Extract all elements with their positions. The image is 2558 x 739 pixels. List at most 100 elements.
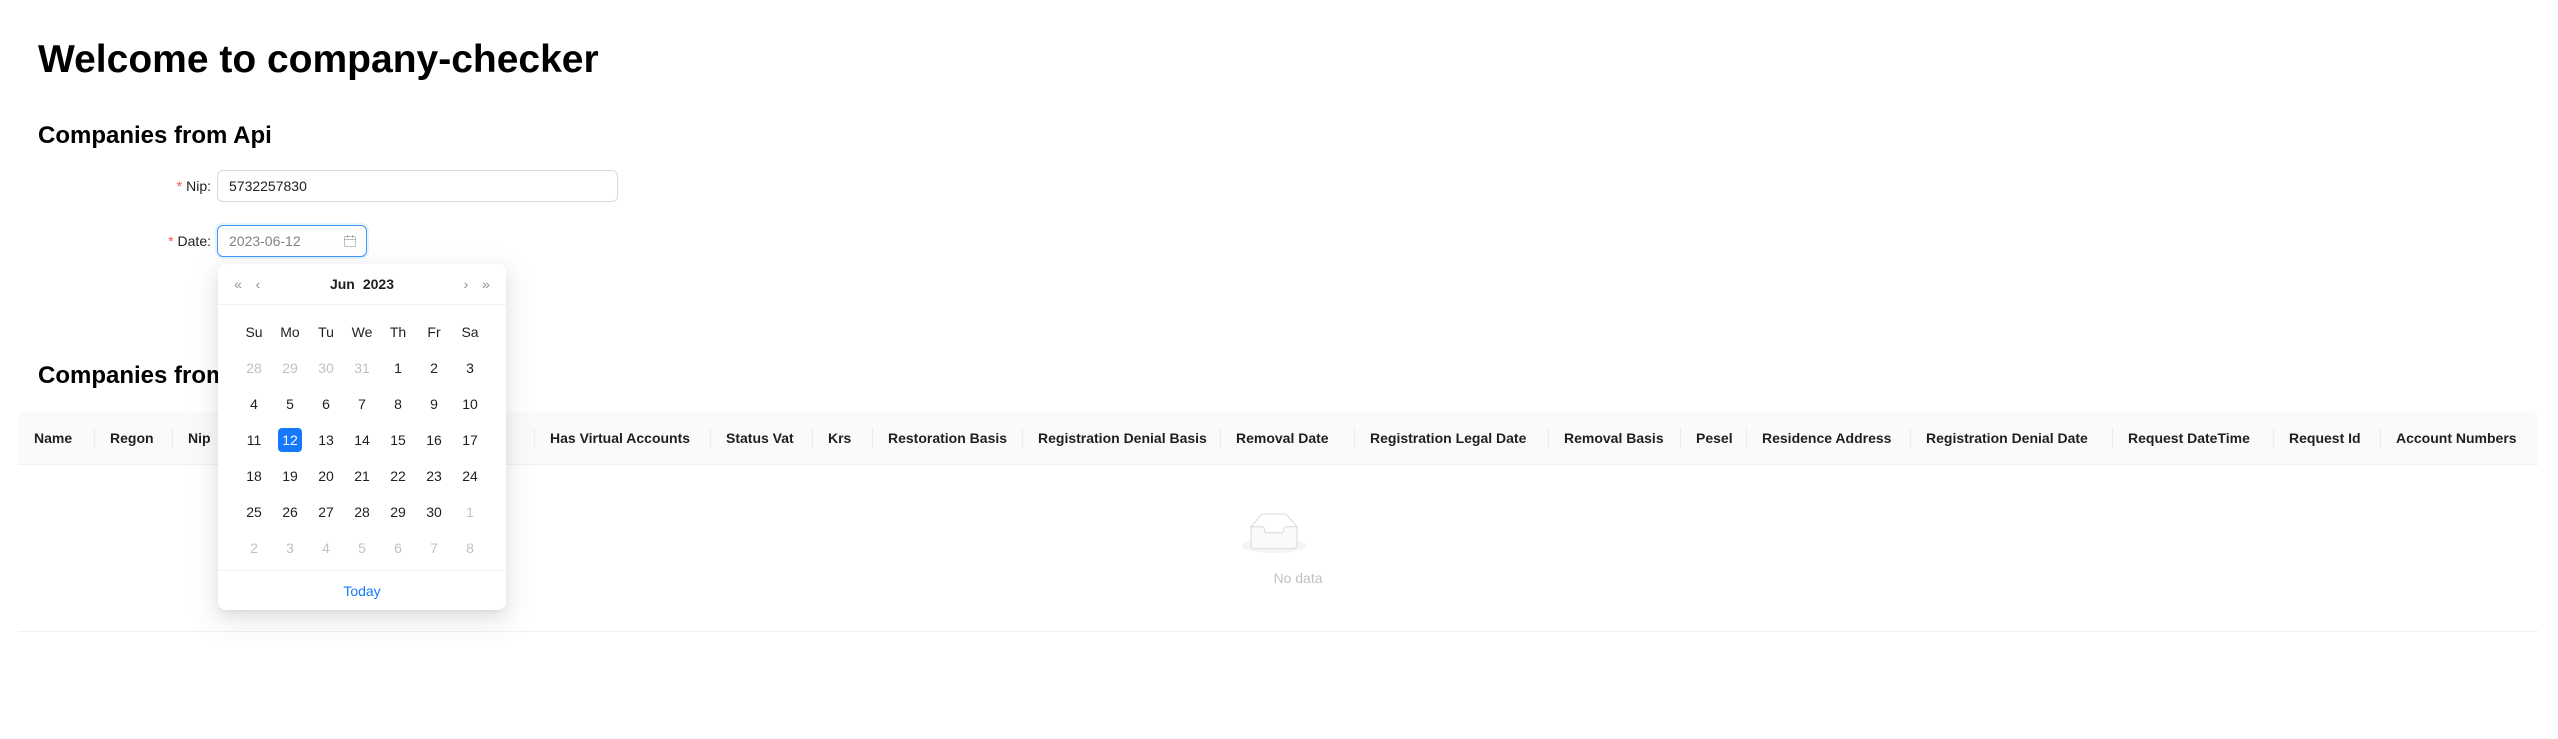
calendar-day[interactable]: 7 <box>344 386 380 422</box>
month-button[interactable]: Jun <box>330 276 355 292</box>
calendar-day[interactable]: 15 <box>380 422 416 458</box>
calendar-day-label: 19 <box>282 468 298 484</box>
calendar-day[interactable]: 23 <box>416 458 452 494</box>
weekday-label: Th <box>389 324 407 340</box>
calendar-day[interactable]: 2 <box>416 350 452 386</box>
calendar-day-label: 4 <box>250 396 258 412</box>
calendar-day[interactable]: 8 <box>452 530 488 566</box>
calendar-day[interactable]: 16 <box>416 422 452 458</box>
calendar-day[interactable]: 22 <box>380 458 416 494</box>
calendar-day-label: 26 <box>282 504 298 520</box>
calendar-day[interactable]: 28 <box>236 350 272 386</box>
nip-label-text: Nip <box>186 178 208 194</box>
calendar-day-label: 30 <box>318 360 334 376</box>
calendar-day[interactable]: 8 <box>380 386 416 422</box>
column-header: Status Vat <box>726 430 794 446</box>
calendar-day[interactable]: 14 <box>344 422 380 458</box>
calendar-day[interactable]: 31 <box>344 350 380 386</box>
calendar-day-label: 10 <box>462 396 478 412</box>
calendar-day-label: 16 <box>426 432 442 448</box>
calendar-day-label: 14 <box>354 432 370 448</box>
calendar-day[interactable]: 5 <box>272 386 308 422</box>
calendar-day-label: 2 <box>250 540 258 556</box>
column-header: Registration Legal Date <box>1370 430 1527 446</box>
column-divider <box>1746 428 1747 448</box>
column-header: Residence Address <box>1762 430 1892 446</box>
weekday-label: Fr <box>427 324 441 340</box>
calendar-day[interactable]: 21 <box>344 458 380 494</box>
calendar-day[interactable]: 17 <box>452 422 488 458</box>
calendar-day[interactable]: 2 <box>236 530 272 566</box>
calendar-day[interactable]: 1 <box>452 494 488 530</box>
calendar-day[interactable]: 1 <box>380 350 416 386</box>
weekday-label: We <box>351 324 373 340</box>
nip-input[interactable]: 5732257830 <box>217 170 618 202</box>
calendar-day[interactable]: 12 <box>272 422 308 458</box>
column-divider <box>534 428 535 448</box>
calendar-day-label: 1 <box>466 504 474 520</box>
calendar-day[interactable]: 30 <box>416 494 452 530</box>
calendar-day[interactable]: 27 <box>308 494 344 530</box>
date-input[interactable]: 2023-06-12 <box>217 225 367 257</box>
year-button[interactable]: 2023 <box>363 276 394 292</box>
calendar-day-label: 24 <box>462 468 478 484</box>
calendar-day[interactable]: 13 <box>308 422 344 458</box>
calendar-day[interactable]: 4 <box>236 386 272 422</box>
column-header: Account Numbers <box>2396 430 2517 446</box>
calendar-day[interactable]: 10 <box>452 386 488 422</box>
page-title: Welcome to company-checker <box>38 38 599 81</box>
column-divider <box>1680 428 1681 448</box>
calendar-day[interactable]: 29 <box>272 350 308 386</box>
calendar-day[interactable]: 6 <box>380 530 416 566</box>
calendar-day[interactable]: 9 <box>416 386 452 422</box>
calendar-day-label: 3 <box>466 360 474 376</box>
column-divider <box>1548 428 1549 448</box>
calendar-day[interactable]: 5 <box>344 530 380 566</box>
calendar-day[interactable]: 19 <box>272 458 308 494</box>
calendar-day[interactable]: 3 <box>272 530 308 566</box>
calendar-day[interactable]: 18 <box>236 458 272 494</box>
api-section-title: Companies from Api <box>38 122 272 149</box>
column-divider <box>1910 428 1911 448</box>
date-picker-footer: Today <box>218 570 506 611</box>
column-divider <box>872 428 873 448</box>
column-header: Name <box>34 430 73 446</box>
column-divider <box>1220 428 1221 448</box>
column-header: Regon <box>110 430 154 446</box>
calendar-day[interactable]: 11 <box>236 422 272 458</box>
calendar-day[interactable]: 6 <box>308 386 344 422</box>
super-next-icon[interactable]: » <box>478 274 494 294</box>
column-header: Restoration Basis <box>888 430 1008 446</box>
calendar-day-label: 29 <box>282 360 298 376</box>
calendar-day[interactable]: 24 <box>452 458 488 494</box>
calendar-day-label: 4 <box>322 540 330 556</box>
page: Welcome to company-checker Companies fro… <box>0 0 2558 739</box>
calendar-day[interactable]: 25 <box>236 494 272 530</box>
calendar-day-label: 30 <box>426 504 442 520</box>
today-button[interactable]: Today <box>218 581 506 601</box>
weekday-label: Mo <box>280 324 300 340</box>
calendar-day[interactable]: 29 <box>380 494 416 530</box>
date-label: * Date: <box>168 233 211 249</box>
column-header: Registration Denial Date <box>1926 430 2088 446</box>
calendar-day[interactable]: 7 <box>416 530 452 566</box>
calendar-day-label: 6 <box>394 540 402 556</box>
calendar-day-label: 11 <box>246 432 262 448</box>
column-header: Request Id <box>2289 430 2361 446</box>
calendar-day[interactable]: 26 <box>272 494 308 530</box>
nip-label: * Nip: <box>176 178 211 194</box>
calendar-day-label: 22 <box>390 468 406 484</box>
column-divider <box>1022 428 1023 448</box>
calendar-day-label: 12 <box>278 428 302 452</box>
calendar-day[interactable]: 3 <box>452 350 488 386</box>
calendar-day-label: 28 <box>246 360 262 376</box>
calendar-day[interactable]: 4 <box>308 530 344 566</box>
calendar-day-label: 7 <box>430 540 438 556</box>
column-divider <box>2273 428 2274 448</box>
calendar-day[interactable]: 28 <box>344 494 380 530</box>
calendar-day-label: 5 <box>358 540 366 556</box>
calendar-day[interactable]: 20 <box>308 458 344 494</box>
column-header: Nip <box>188 430 211 446</box>
next-month-icon[interactable]: › <box>458 274 474 294</box>
calendar-day[interactable]: 30 <box>308 350 344 386</box>
